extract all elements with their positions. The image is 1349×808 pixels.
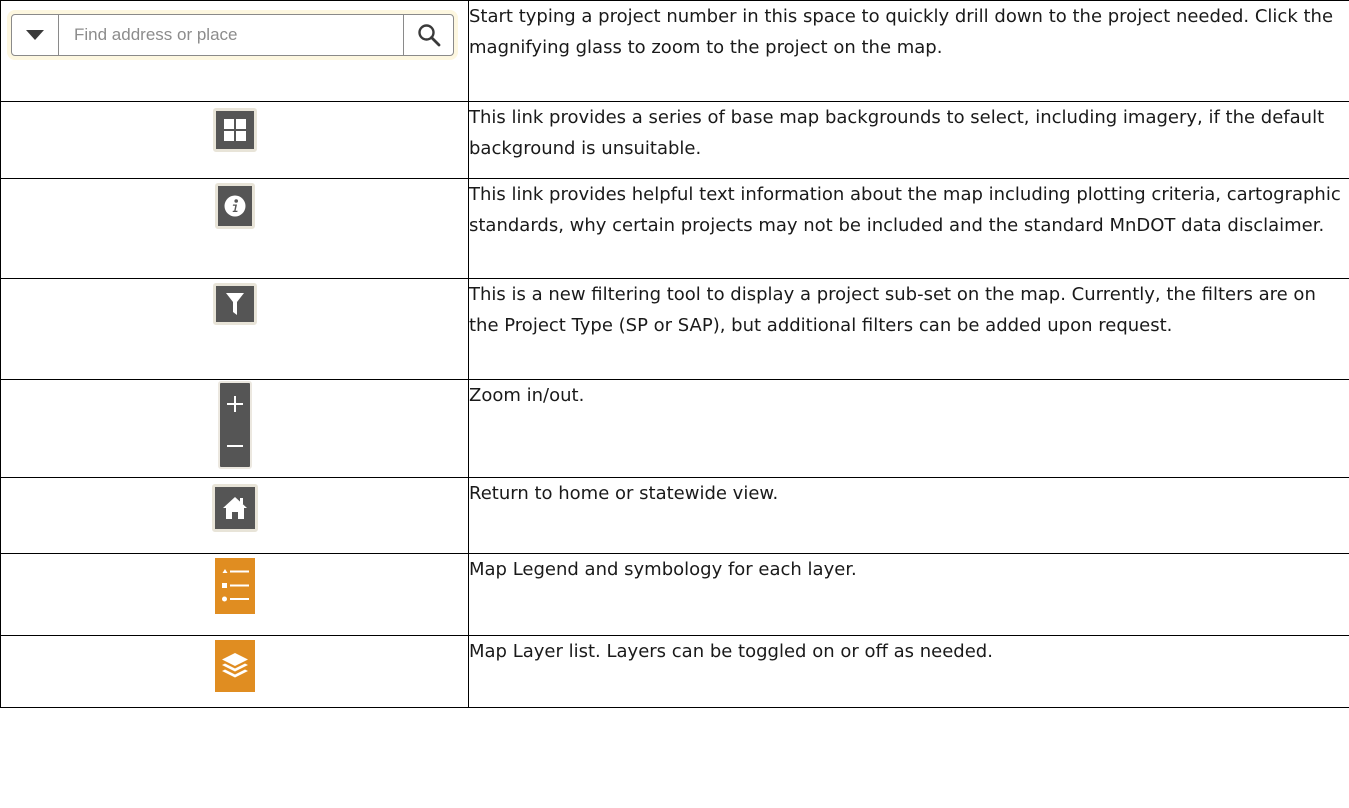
description-cell: Zoom in/out. bbox=[468, 379, 1349, 478]
zoom-out-button[interactable] bbox=[220, 425, 250, 467]
description-cell: Start typing a project number in this sp… bbox=[468, 0, 1349, 102]
icon-cell bbox=[0, 178, 469, 279]
icon-cell bbox=[0, 477, 469, 554]
search-input[interactable] bbox=[59, 15, 403, 55]
layer-list-icon bbox=[221, 653, 248, 678]
icon-cell bbox=[0, 635, 469, 708]
legend-icon bbox=[221, 569, 249, 602]
icon-cell bbox=[0, 278, 469, 380]
zoom-in-button[interactable] bbox=[220, 383, 250, 425]
filter-icon bbox=[225, 293, 244, 315]
info-button[interactable] bbox=[214, 183, 255, 229]
row-description: This link provides helpful text informat… bbox=[469, 184, 1341, 236]
table-row: Map Legend and symbology for each layer. bbox=[0, 553, 1349, 636]
description-cell: This link provides a series of base map … bbox=[468, 101, 1349, 179]
search-source-dropdown[interactable] bbox=[12, 15, 59, 55]
table-row: This is a new filtering tool to display … bbox=[0, 278, 1349, 380]
icon-cell bbox=[0, 0, 469, 102]
caret-down-icon bbox=[26, 30, 44, 40]
table-row: Start typing a project number in this sp… bbox=[0, 0, 1349, 102]
info-icon bbox=[224, 195, 245, 217]
magnifying-glass-icon bbox=[417, 24, 440, 47]
home-icon bbox=[222, 497, 247, 519]
table-row: This link provides helpful text informat… bbox=[0, 178, 1349, 279]
icon-cell bbox=[0, 379, 469, 478]
row-description: Map Legend and symbology for each layer. bbox=[469, 559, 857, 580]
row-description: This link provides a series of base map … bbox=[469, 107, 1325, 159]
row-description: This is a new filtering tool to display … bbox=[469, 284, 1316, 336]
search-widget bbox=[11, 14, 454, 56]
row-description: Return to home or statewide view. bbox=[469, 483, 779, 504]
table-row: Zoom in/out. bbox=[0, 379, 1349, 478]
row-description: Start typing a project number in this sp… bbox=[469, 6, 1334, 58]
legend-button[interactable] bbox=[214, 558, 255, 614]
layer-list-button[interactable] bbox=[214, 640, 255, 692]
toolbar-reference-table: Start typing a project number in this sp… bbox=[0, 0, 1349, 708]
description-cell: This link provides helpful text informat… bbox=[468, 178, 1349, 279]
icon-cell bbox=[0, 101, 469, 179]
filter-button[interactable] bbox=[212, 283, 257, 325]
table-row: Return to home or statewide view. bbox=[0, 477, 1349, 554]
description-cell: Map Layer list. Layers can be toggled on… bbox=[468, 635, 1349, 708]
plus-icon bbox=[226, 396, 243, 412]
basemap-gallery-button[interactable] bbox=[212, 108, 257, 152]
table-row: Map Layer list. Layers can be toggled on… bbox=[0, 635, 1349, 708]
zoom-control bbox=[217, 381, 252, 469]
minus-icon bbox=[226, 445, 243, 447]
description-cell: This is a new filtering tool to display … bbox=[468, 278, 1349, 380]
row-description: Zoom in/out. bbox=[469, 385, 585, 406]
row-description: Map Layer list. Layers can be toggled on… bbox=[469, 641, 993, 662]
icon-cell bbox=[0, 553, 469, 636]
home-button[interactable] bbox=[211, 484, 258, 532]
description-cell: Return to home or statewide view. bbox=[468, 477, 1349, 554]
description-cell: Map Legend and symbology for each layer. bbox=[468, 553, 1349, 636]
search-button[interactable] bbox=[403, 15, 453, 55]
table-row: This link provides a series of base map … bbox=[0, 101, 1349, 179]
basemap-gallery-icon bbox=[223, 119, 246, 141]
